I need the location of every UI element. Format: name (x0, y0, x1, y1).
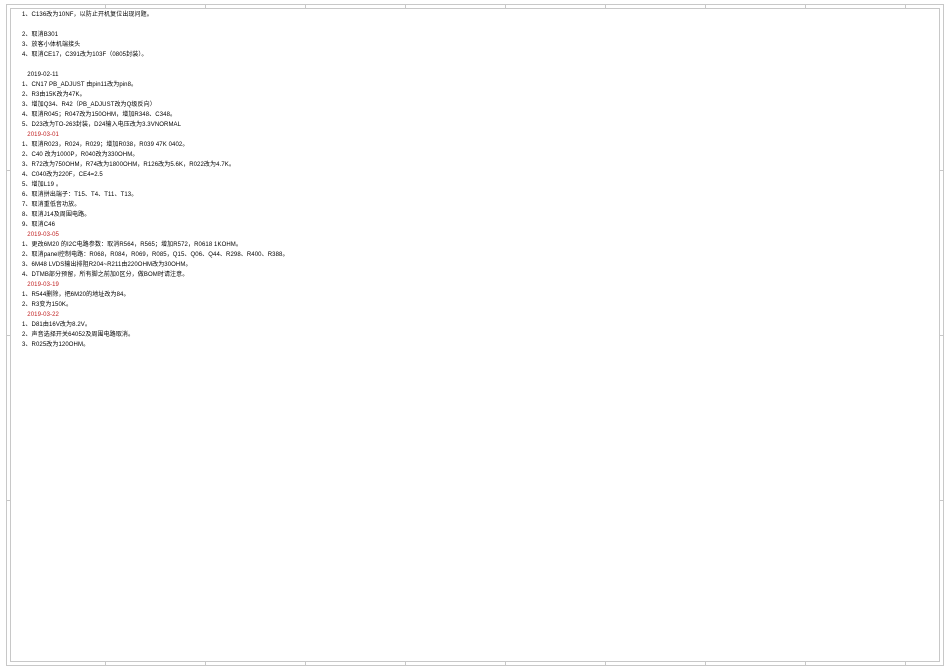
border-tick (605, 662, 606, 666)
border-tick (940, 500, 944, 501)
text-line: 5、增加L19 。 (22, 180, 928, 190)
border-tick (505, 662, 506, 666)
text-line: 1、R544删除，把6M20的地址改为84。 (22, 290, 928, 300)
text-line: 3、放客小体机端接头 (22, 40, 928, 50)
text-line: 2、R3由15K改为47K。 (22, 90, 928, 100)
text-line: 4、取消R045；R047改为150OHM，增加R348、C348。 (22, 110, 928, 120)
border-tick (705, 662, 706, 666)
text-line: 2019-03-22 (22, 310, 928, 320)
text-line: 1、更改6M20 的I2C电路参数：取消R564，R565；增加R572，R06… (22, 240, 928, 250)
border-tick (405, 4, 406, 8)
text-line: 2、取消B301 (22, 30, 928, 40)
border-tick (305, 4, 306, 8)
text-line: 3、增加Q34、R42（PB_ADJUST改为Q级反向） (22, 100, 928, 110)
text-line: 6、取消拼出端子：T15、T4、T11、T13。 (22, 190, 928, 200)
text-line (22, 60, 928, 70)
schematic-notes-sheet: 1、C136改为10NF，以防止开机复位出现问题。 2、取消B3013、放客小体机… (0, 0, 950, 672)
text-line: 2、R3变为150K。 (22, 300, 928, 310)
text-line: 1、D81由16V改为8.2V。 (22, 320, 928, 330)
border-tick (705, 4, 706, 8)
text-line: 4、取消CE17，C391改为103F（0805封装）。 (22, 50, 928, 60)
text-line: 2、声音选择开关64052及周围电路取消。 (22, 330, 928, 340)
text-line: 2019-03-19 (22, 280, 928, 290)
text-line: 3、6M48 LVDS输出排阻R204~R211由220OHM改为30OHM。 (22, 260, 928, 270)
border-tick (205, 4, 206, 8)
revision-notes-text: 1、C136改为10NF，以防止开机复位出现问题。 2、取消B3013、放客小体机… (22, 10, 928, 350)
border-tick (905, 662, 906, 666)
border-tick (940, 170, 944, 171)
text-line: 3、R72改为750OHM，R74改为1800OHM，R126改为5.6K，R0… (22, 160, 928, 170)
text-line: 7、取消重低音功放。 (22, 200, 928, 210)
text-line: 3、R025改为120OHM。 (22, 340, 928, 350)
border-tick (305, 662, 306, 666)
text-line (22, 20, 928, 30)
border-tick (6, 170, 10, 171)
border-tick (205, 662, 206, 666)
border-tick (805, 4, 806, 8)
text-line: 2019-02-11 (22, 70, 928, 80)
text-line: 2、C40 改为1000P，R040改为330OHM。 (22, 150, 928, 160)
text-line: 1、C136改为10NF，以防止开机复位出现问题。 (22, 10, 928, 20)
border-tick (505, 4, 506, 8)
border-tick (6, 500, 10, 501)
text-line: 4、C040改为220F，CE4=2.5 (22, 170, 928, 180)
border-tick (805, 662, 806, 666)
text-line: 1、取消R023，R024，R029；增加R038，R039 47K 0402。 (22, 140, 928, 150)
text-line: 1、CN17 PB_ADJUST 由pin11改为pin8。 (22, 80, 928, 90)
border-tick (105, 662, 106, 666)
border-tick (905, 4, 906, 8)
border-tick (605, 4, 606, 8)
border-tick (105, 4, 106, 8)
text-line: 2019-03-05 (22, 230, 928, 240)
border-tick (6, 335, 10, 336)
text-line: 2019-03-01 (22, 130, 928, 140)
text-line: 8、取消J14及周围电路。 (22, 210, 928, 220)
text-line: 2、取消panel控制电路：R068，R084，R069，R085，Q15、Q0… (22, 250, 928, 260)
text-line: 5、D23改为TO-263封装，D24输入电压改为3.3VNORMAL (22, 120, 928, 130)
border-tick (405, 662, 406, 666)
border-tick (940, 335, 944, 336)
text-line: 4、DTMB部分预留，所有脚之前加0区分，做BOM时请注意。 (22, 270, 928, 280)
text-line: 9、取消C46 (22, 220, 928, 230)
